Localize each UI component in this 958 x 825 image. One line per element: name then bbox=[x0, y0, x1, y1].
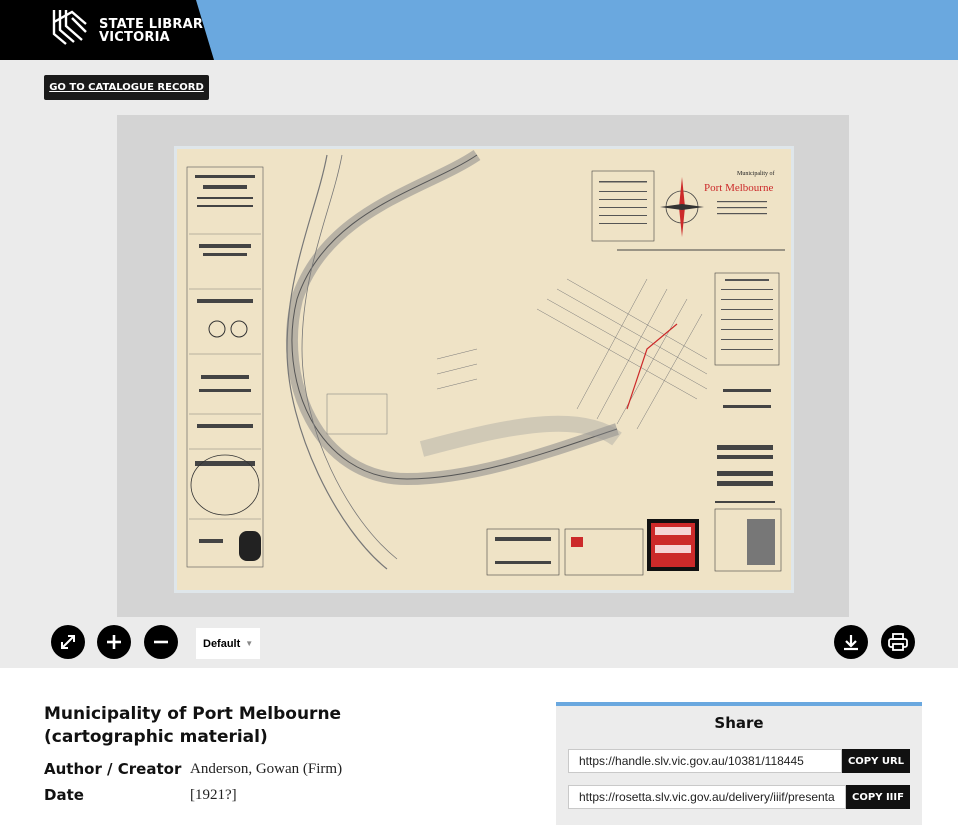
share-iiif-field[interactable]: https://rosetta.slv.vic.gov.au/delivery/… bbox=[568, 785, 846, 809]
map-image[interactable]: Municipality of Port Melbourne bbox=[174, 146, 794, 593]
view-mode-value: Default bbox=[203, 637, 241, 650]
author-label: Author / Creator bbox=[44, 760, 182, 778]
author-value: Anderson, Gowan (Firm) bbox=[190, 761, 343, 777]
image-viewer[interactable]: Municipality of Port Melbourne bbox=[117, 115, 849, 617]
print-icon bbox=[888, 633, 908, 651]
site-header: STATE LIBRARY VICTORIA bbox=[0, 0, 958, 60]
logo-text: STATE LIBRARY VICTORIA bbox=[99, 18, 212, 44]
print-button[interactable] bbox=[881, 625, 915, 659]
record-title: Municipality of Port Melbourne (cartogra… bbox=[44, 704, 342, 747]
download-button[interactable] bbox=[834, 625, 868, 659]
share-panel: Share https://handle.slv.vic.gov.au/1038… bbox=[556, 702, 922, 825]
share-url-field[interactable]: https://handle.slv.vic.gov.au/10381/1184… bbox=[568, 749, 842, 773]
zoom-out-icon bbox=[154, 640, 168, 644]
download-icon bbox=[844, 635, 858, 651]
map-title-line-2: Port Melbourne bbox=[704, 182, 773, 194]
zoom-in-icon bbox=[107, 635, 121, 649]
date-label: Date bbox=[44, 786, 84, 804]
chevron-down-icon: ▼ bbox=[245, 639, 254, 648]
view-mode-select[interactable]: Default ▼ bbox=[196, 628, 260, 659]
share-title: Share bbox=[714, 714, 764, 732]
logo-line-2: VICTORIA bbox=[99, 30, 170, 45]
fullscreen-button[interactable] bbox=[51, 625, 85, 659]
fullscreen-icon bbox=[61, 635, 75, 649]
copy-url-button[interactable]: COPY URL bbox=[842, 749, 910, 773]
zoom-in-button[interactable] bbox=[97, 625, 131, 659]
copy-iiif-button[interactable]: COPY IIIF bbox=[846, 785, 910, 809]
date-value: [1921?] bbox=[190, 787, 237, 803]
map-title-line-1: Municipality of bbox=[737, 170, 775, 177]
slv-logo-icon bbox=[52, 10, 87, 45]
record-details: Municipality of Port Melbourne (cartogra… bbox=[0, 668, 958, 825]
logo[interactable]: STATE LIBRARY VICTORIA bbox=[0, 0, 214, 60]
zoom-out-button[interactable] bbox=[144, 625, 178, 659]
map-illustration: Municipality of Port Melbourne bbox=[186, 150, 785, 576]
go-to-catalogue-button[interactable]: GO TO CATALOGUE RECORD bbox=[44, 75, 209, 100]
